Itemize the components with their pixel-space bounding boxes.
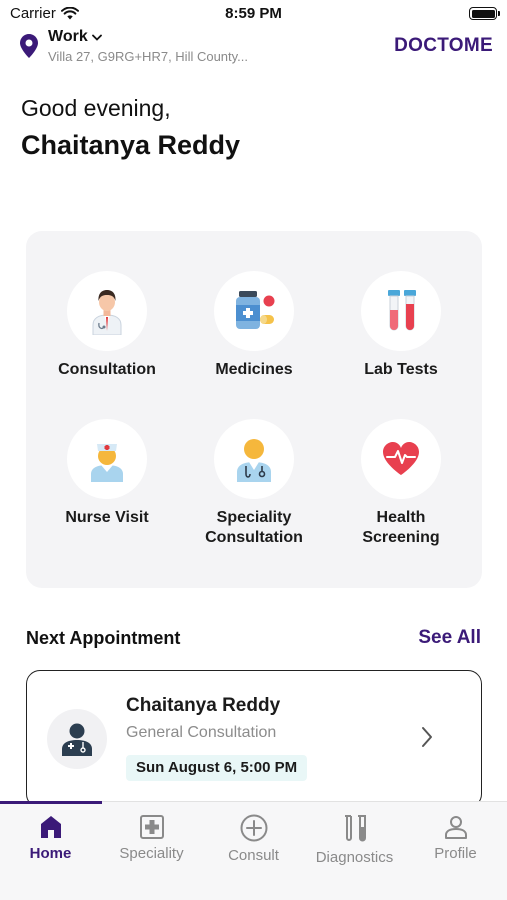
service-label: Nurse Visit bbox=[65, 509, 149, 526]
greeting-text: Good evening, bbox=[21, 95, 171, 121]
service-label: Speciality Consultation bbox=[205, 509, 303, 546]
next-appointment-heading: Next Appointment bbox=[26, 628, 181, 648]
service-label: Consultation bbox=[58, 361, 156, 378]
service-icon-circle bbox=[361, 271, 441, 351]
tab-label: Home bbox=[29, 845, 72, 862]
user-name: Chaitanya Reddy bbox=[21, 130, 241, 160]
service-medicines[interactable]: Medicines bbox=[184, 271, 324, 380]
service-speciality-consultation[interactable]: Speciality Consultation bbox=[184, 419, 324, 548]
service-health-screening[interactable]: Health Screening bbox=[331, 419, 471, 548]
battery-icon bbox=[469, 7, 500, 20]
tab-label: Consult bbox=[228, 847, 279, 864]
tab-home[interactable]: Home bbox=[0, 814, 101, 862]
location-pin-icon[interactable] bbox=[20, 34, 38, 58]
active-tab-indicator bbox=[0, 801, 102, 804]
tab-diagnostics[interactable]: Diagnostics bbox=[304, 814, 405, 866]
service-lab-tests[interactable]: Lab Tests bbox=[331, 271, 471, 380]
appointment-doctor-name: Chaitanya Reddy bbox=[126, 695, 281, 716]
chevron-down-icon bbox=[91, 34, 102, 41]
app-header: Work Villa 27, G9RG+HR7, Hill County... … bbox=[0, 28, 507, 72]
service-icon-circle bbox=[214, 271, 294, 351]
tab-label: Speciality bbox=[119, 845, 184, 862]
tab-consult[interactable]: Consult bbox=[203, 814, 304, 864]
appointment-datetime-badge: Sun August 6, 5:00 PM bbox=[126, 755, 308, 781]
service-label: Medicines bbox=[215, 361, 293, 378]
status-time: 8:59 PM bbox=[225, 5, 282, 22]
location-address[interactable]: Villa 27, G9RG+HR7, Hill County... bbox=[48, 49, 248, 64]
doctor-avatar bbox=[47, 709, 107, 769]
status-bar: Carrier 8:59 PM bbox=[0, 0, 507, 28]
service-icon-circle bbox=[67, 419, 147, 499]
test-tubes-icon bbox=[388, 290, 416, 331]
service-icon-circle bbox=[67, 271, 147, 351]
see-all-link[interactable]: See All bbox=[418, 627, 481, 649]
services-card: Consultation Medicines Lab Tests Nurse V… bbox=[26, 231, 482, 588]
test-tubes-icon bbox=[344, 815, 366, 842]
service-label: Lab Tests bbox=[364, 361, 438, 378]
nurse-icon bbox=[91, 444, 123, 482]
doctor-icon bbox=[92, 290, 122, 335]
tab-label: Profile bbox=[434, 845, 477, 862]
tab-speciality[interactable]: Speciality bbox=[101, 814, 202, 862]
chevron-right-icon[interactable] bbox=[421, 726, 433, 748]
service-icon-circle bbox=[361, 419, 441, 499]
specialist-doctor-icon bbox=[237, 439, 271, 482]
medicines-icon bbox=[236, 291, 275, 329]
service-consultation[interactable]: Consultation bbox=[37, 271, 177, 380]
doctor-silhouette-icon bbox=[62, 723, 92, 756]
medical-cross-icon bbox=[139, 815, 164, 839]
service-label: Health Screening bbox=[362, 509, 440, 546]
brand-logo: DOCTOME bbox=[394, 35, 493, 56]
person-icon bbox=[444, 816, 467, 839]
location-label: Work bbox=[48, 28, 88, 45]
plus-circle-icon bbox=[240, 814, 267, 842]
service-icon-circle bbox=[214, 419, 294, 499]
appointment-card[interactable]: Chaitanya Reddy General Consultation Sun… bbox=[26, 670, 482, 808]
tab-label: Diagnostics bbox=[315, 849, 394, 866]
bottom-tab-bar: Home Speciality Consult Diagnostics Prof… bbox=[0, 801, 507, 900]
appointment-type: General Consultation bbox=[126, 724, 277, 741]
location-selector[interactable]: Work bbox=[48, 28, 102, 46]
service-nurse-visit[interactable]: Nurse Visit bbox=[37, 419, 177, 528]
tab-profile[interactable]: Profile bbox=[405, 814, 506, 862]
heart-pulse-icon bbox=[383, 442, 419, 475]
home-icon bbox=[40, 816, 61, 838]
